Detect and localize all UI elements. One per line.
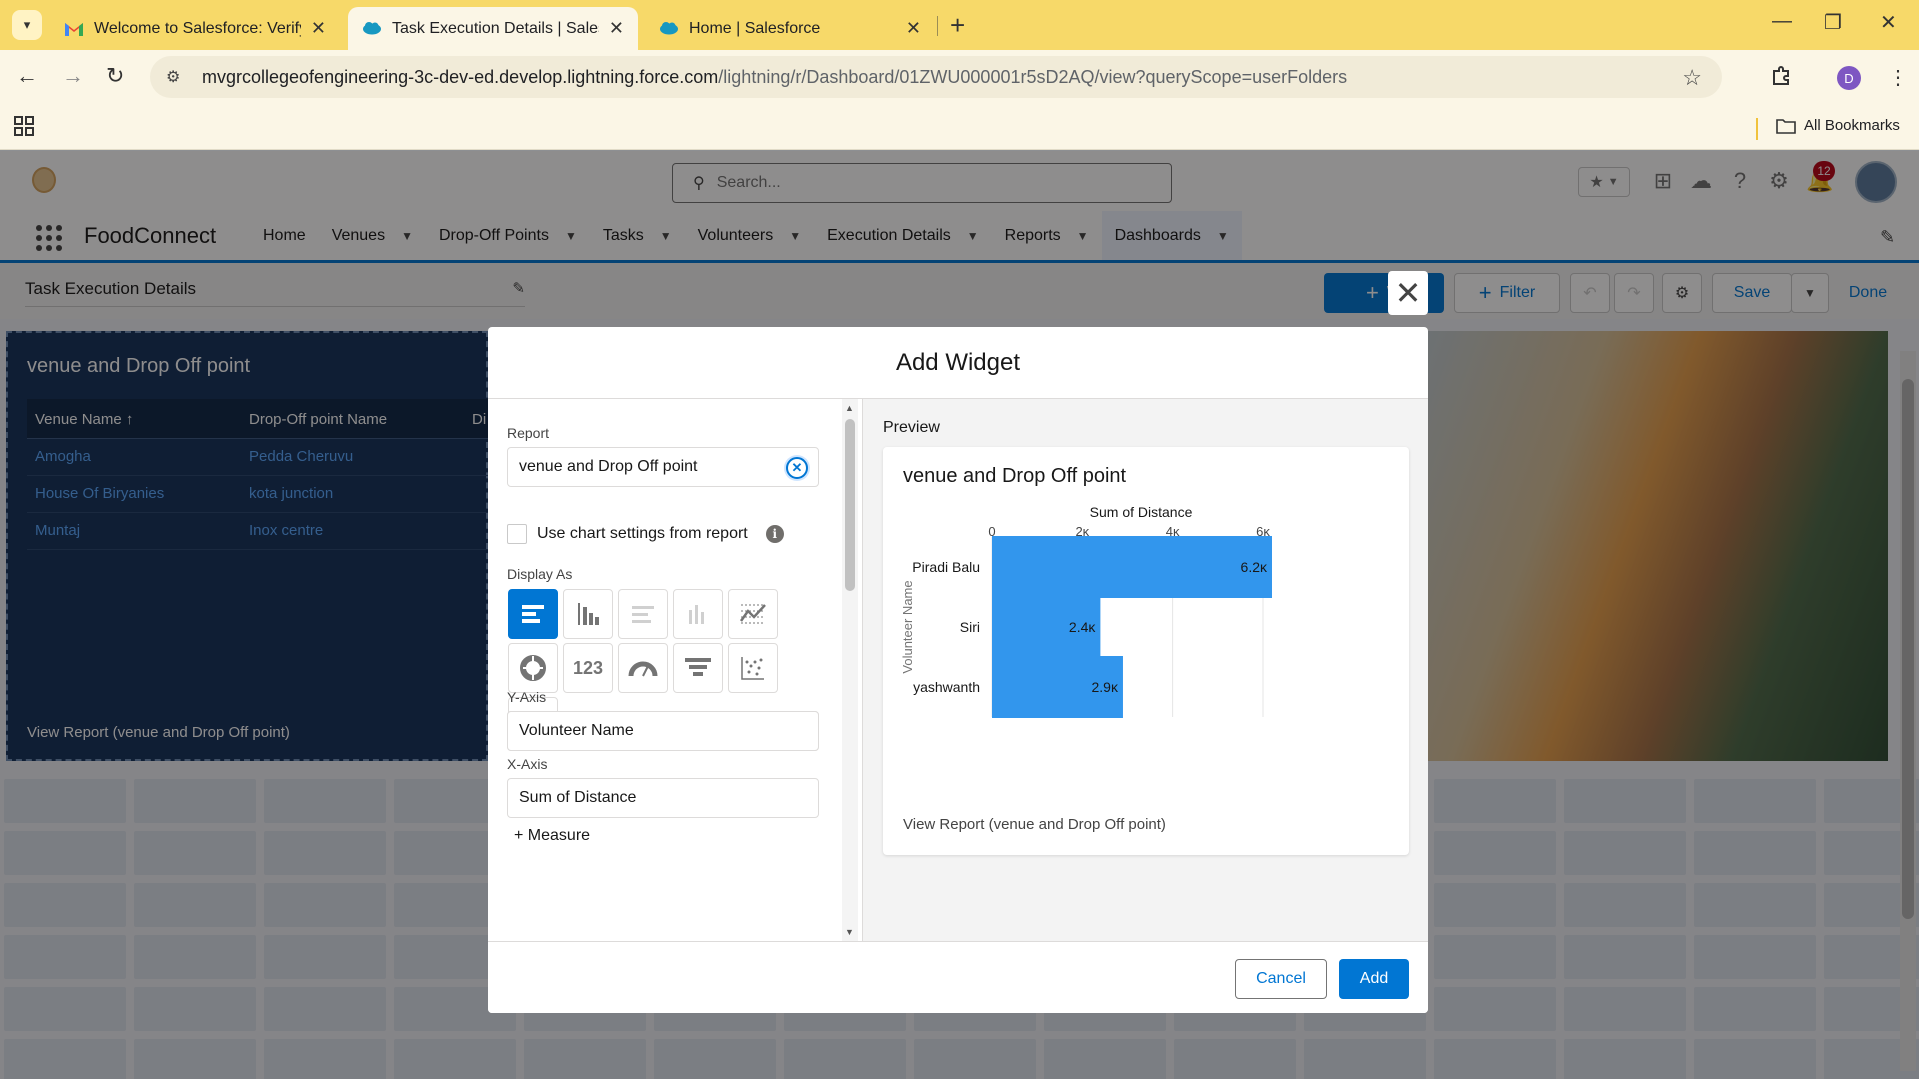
browser-tab-task-execution[interactable]: Task Execution Details | Salesfor ✕ [348, 7, 638, 50]
browser-tab-bar: ▾ Welcome to Salesforce: Verify y ✕ Task… [0, 0, 1919, 50]
apps-icon[interactable] [14, 116, 34, 142]
browser-tab-gmail[interactable]: Welcome to Salesforce: Verify y ✕ [50, 7, 340, 50]
all-bookmarks-label: All Bookmarks [1804, 117, 1900, 134]
preview-pane: Preview venue and Drop Off point Sum of … [864, 399, 1428, 941]
clear-selection-icon[interactable]: ✕ [786, 457, 808, 479]
bar-data-label: 2.9ĸ [1091, 679, 1118, 695]
forward-icon[interactable]: → [62, 63, 84, 89]
display-as-label: Display As [507, 566, 573, 582]
y-tick-label: Siri [960, 619, 980, 635]
cancel-button[interactable]: Cancel [1235, 959, 1327, 999]
window-close-icon[interactable]: ✕ [1880, 10, 1897, 35]
y-tick-label: yashwanth [913, 679, 980, 695]
use-chart-settings-row: Use chart settings from report i [507, 524, 784, 544]
y-axis-field[interactable]: Volunteer Name [507, 711, 819, 751]
tab-title: Home | Salesforce [689, 19, 821, 37]
settings-scrollbar[interactable]: ▲ ▼ [842, 399, 858, 941]
scatter-chart-icon[interactable] [728, 643, 778, 693]
scroll-down-icon[interactable]: ▼ [845, 927, 854, 937]
tab-search-icon[interactable]: ▾ [12, 10, 42, 40]
preview-card: venue and Drop Off point Sum of Distance… [883, 447, 1409, 855]
chart-bar [992, 536, 1272, 598]
minimize-icon[interactable]: — [1772, 10, 1792, 33]
y-axis-value: Volunteer Name [519, 722, 634, 739]
url-text: mvgrcollegeofengineering-3c-dev-ed.devel… [202, 67, 1347, 88]
x-axis-field[interactable]: Sum of Distance [507, 778, 819, 818]
back-icon[interactable]: ← [16, 63, 38, 89]
gauge-chart-icon[interactable] [618, 643, 668, 693]
add-button[interactable]: Add [1339, 959, 1409, 999]
x-axis-label: X-Axis [507, 756, 548, 772]
tab-separator [937, 16, 938, 36]
scroll-up-icon[interactable]: ▲ [845, 403, 854, 413]
close-tab-icon[interactable]: ✕ [311, 18, 326, 39]
salesforce-cloud-icon [659, 21, 679, 37]
url-host: mvgrcollegeofengineering-3c-dev-ed.devel… [202, 66, 719, 87]
modal-title: Add Widget [488, 327, 1428, 399]
metric-number-icon[interactable]: 123 [563, 643, 613, 693]
bookmark-separator [1756, 118, 1758, 140]
y-axis-label: Y-Axis [507, 689, 547, 705]
add-measure-button[interactable]: + Measure [514, 827, 590, 845]
horizontal-bar-chart-icon[interactable] [508, 589, 558, 639]
preview-view-report-link[interactable]: View Report (venue and Drop Off point) [903, 816, 1166, 833]
preview-label: Preview [883, 419, 940, 436]
url-path: /lightning/r/Dashboard/01ZWU000001r5sD2A… [718, 66, 1348, 87]
url-field[interactable]: ⚙ mvgrcollegeofengineering-3c-dev-ed.dev… [150, 56, 1722, 98]
x-axis-value: Sum of Distance [519, 789, 637, 806]
bar-data-label: 6.2ĸ [1241, 559, 1268, 575]
all-bookmarks[interactable]: All Bookmarks [1776, 117, 1900, 134]
x-axis-title: Sum of Distance [1090, 504, 1193, 520]
bookmark-star-icon[interactable]: ☆ [1682, 65, 1702, 91]
donut-chart-icon[interactable] [508, 643, 558, 693]
close-tab-icon[interactable]: ✕ [906, 18, 921, 39]
bar-data-label: 2.4ĸ [1069, 619, 1096, 635]
funnel-chart-icon[interactable] [673, 643, 723, 693]
y-tick-label: Piradi Balu [912, 559, 980, 575]
modal-footer: Cancel Add [488, 941, 1428, 1013]
y-axis-title: Volunteer Name [900, 580, 915, 673]
stacked-vertical-bar-icon[interactable] [673, 589, 723, 639]
vertical-bar-chart-icon[interactable] [563, 589, 613, 639]
line-chart-icon[interactable] [728, 589, 778, 639]
extensions-icon[interactable] [1770, 65, 1792, 93]
folder-icon [1776, 118, 1796, 134]
report-label: Report [507, 425, 550, 441]
stacked-horizontal-bar-icon[interactable] [618, 589, 668, 639]
salesforce-cloud-icon [362, 21, 382, 37]
use-chart-settings-checkbox[interactable] [507, 524, 527, 544]
report-field[interactable]: venue and Drop Off point ✕ [507, 447, 819, 487]
restore-icon[interactable]: ❐ [1824, 10, 1842, 35]
scrollbar-thumb[interactable] [845, 419, 855, 591]
address-bar-row: ← → ↻ ⚙ mvgrcollegeofengineering-3c-dev-… [0, 50, 1919, 108]
tab-title: Welcome to Salesforce: Verify y [94, 19, 301, 37]
close-tab-icon[interactable]: ✕ [609, 18, 624, 39]
bookmark-bar: All Bookmarks [0, 108, 1919, 150]
new-tab-icon[interactable]: + [950, 12, 965, 38]
reload-icon[interactable]: ↻ [106, 63, 124, 89]
profile-avatar[interactable]: D [1837, 66, 1861, 90]
browser-menu-icon[interactable]: ⋮ [1888, 65, 1908, 90]
info-icon[interactable]: i [765, 525, 784, 543]
add-widget-modal: Add Widget Report venue and Drop Off poi… [488, 327, 1428, 1013]
site-info-icon[interactable]: ⚙ [166, 67, 188, 87]
gmail-icon [64, 21, 84, 37]
browser-tab-home[interactable]: Home | Salesforce ✕ [645, 7, 935, 50]
close-modal-icon[interactable]: ✕ [1388, 271, 1428, 315]
use-chart-settings-label: Use chart settings from report [537, 525, 748, 542]
widget-settings-pane: Report venue and Drop Off point ✕ Use ch… [488, 399, 863, 941]
report-value: venue and Drop Off point [519, 458, 698, 475]
preview-bar-chart: Sum of Distance0 2ĸ 4ĸ 6ĸVolunteer NamePira… [900, 504, 1272, 718]
modal-body: Report venue and Drop Off point ✕ Use ch… [488, 399, 1428, 941]
tab-title: Task Execution Details | Salesfor [392, 19, 599, 37]
